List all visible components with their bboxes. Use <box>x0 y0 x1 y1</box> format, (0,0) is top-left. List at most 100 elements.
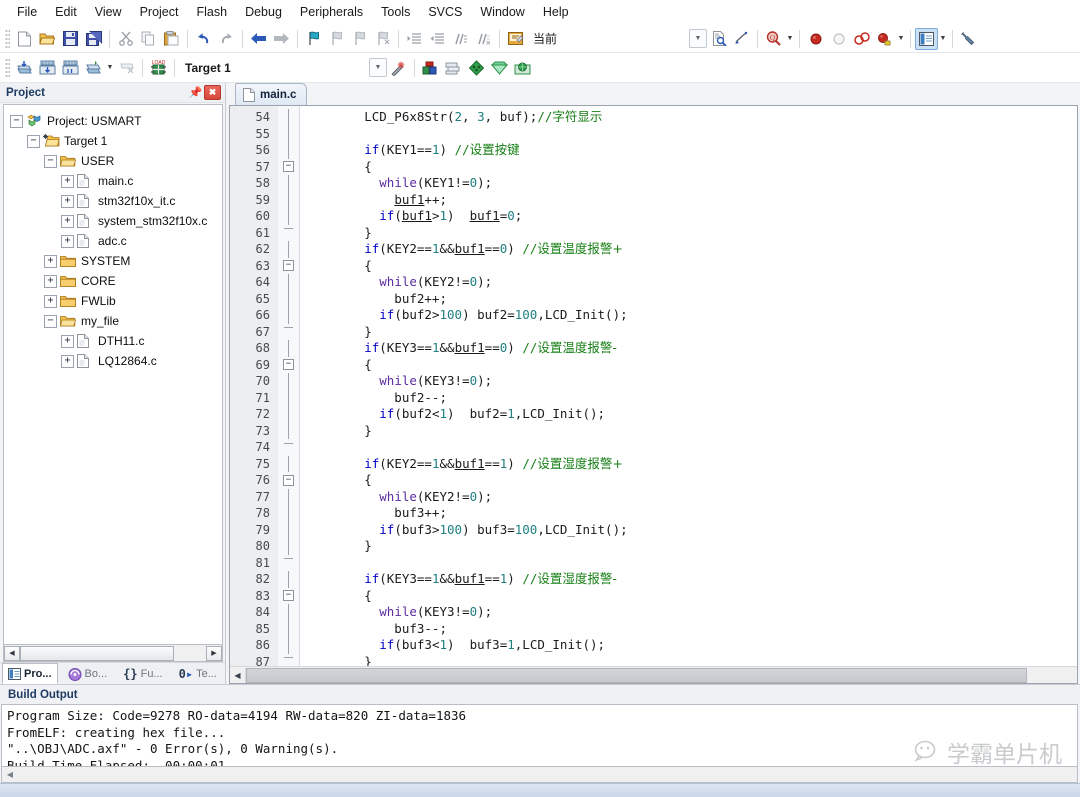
menu-item-file[interactable]: File <box>8 2 46 22</box>
save-button[interactable] <box>59 28 82 50</box>
translate-file-button[interactable] <box>13 57 36 79</box>
insert-breakpoint-button[interactable] <box>804 28 827 50</box>
copy-button[interactable] <box>137 28 160 50</box>
open-file-button[interactable] <box>36 28 59 50</box>
tree-item-target-1[interactable]: − Target 1 <box>6 131 222 151</box>
new-file-button[interactable] <box>13 28 36 50</box>
rebuild-all-button[interactable] <box>59 57 82 79</box>
outdent-button[interactable] <box>426 28 449 50</box>
code-line[interactable] <box>304 439 1077 456</box>
code-folding-gutter[interactable]: − − − − − <box>278 106 300 666</box>
find-in-files-button[interactable] <box>707 28 730 50</box>
code-editor-body[interactable]: 54 55 56 57 58 59 60 61 62 63 64 65 66 67 68 69 70 71 72 73… <box>230 106 1077 666</box>
navigate-forward-button[interactable] <box>270 28 293 50</box>
code-text-area[interactable]: LCD_P6x8Str(2, 3, buf);//字符显示 if(KEY1==1… <box>300 106 1077 666</box>
batch-build-button[interactable] <box>82 57 105 79</box>
menu-item-debug[interactable]: Debug <box>236 2 291 22</box>
code-line[interactable]: if(buf1>1) buf1=0; <box>304 208 1077 225</box>
code-line[interactable]: if(buf3>100) buf3=100,LCD_Init(); <box>304 522 1077 539</box>
code-line[interactable]: while(KEY2!=0); <box>304 489 1077 506</box>
tree-collapse-toggle[interactable]: − <box>44 314 57 328</box>
menu-item-flash[interactable]: Flash <box>187 2 236 22</box>
tree-item-adc.c[interactable]: + adc.c <box>6 231 222 251</box>
tree-item-user[interactable]: − USER <box>6 151 222 171</box>
tree-item-project-usmart[interactable]: − Project: USMART <box>6 111 222 131</box>
configure-button[interactable] <box>957 28 980 50</box>
build-scroll-track[interactable] <box>18 768 1077 782</box>
panel-tab-books[interactable]: Bo... <box>62 663 114 684</box>
options-for-target-button[interactable] <box>387 57 410 79</box>
scroll-track[interactable] <box>20 645 206 661</box>
menu-item-edit[interactable]: Edit <box>46 2 86 22</box>
configuration-wizard-button[interactable] <box>504 28 527 50</box>
fold-collapse-toggle[interactable]: − <box>278 159 299 176</box>
tree-item-main.c[interactable]: + main.c <box>6 171 222 191</box>
toolbar-grip[interactable] <box>5 57 10 78</box>
tree-expand-toggle[interactable]: + <box>61 214 74 228</box>
select-software-packs-button[interactable] <box>511 57 534 79</box>
disable-all-breakpoints-button[interactable] <box>873 28 896 50</box>
editor-scroll-thumb[interactable] <box>246 667 1028 683</box>
code-line[interactable]: if(KEY3==1&&buf1==0) //设置温度报警- <box>304 340 1077 357</box>
build-scroll-left-button[interactable]: ◀ <box>2 768 18 782</box>
tree-collapse-toggle[interactable]: − <box>10 114 23 128</box>
undo-button[interactable] <box>192 28 215 50</box>
build-output-hscrollbar[interactable]: ◀ <box>1 767 1078 783</box>
code-line[interactable]: { <box>304 472 1077 489</box>
scroll-thumb[interactable] <box>20 645 175 661</box>
tree-item-core[interactable]: + CORE <box>6 271 222 291</box>
project-tree[interactable]: − Project: USMART − Target 1− USER + main.c + st… <box>3 104 223 645</box>
incremental-find-button[interactable] <box>730 28 753 50</box>
editor-hscrollbar[interactable]: ◀ <box>230 666 1077 683</box>
tree-expand-toggle[interactable]: + <box>61 194 74 208</box>
breakpoints-dropdown-arrow[interactable]: ▼ <box>896 28 906 50</box>
code-line[interactable]: } <box>304 225 1077 242</box>
tree-item-my_file[interactable]: − my_file <box>6 311 222 331</box>
code-line[interactable]: { <box>304 588 1077 605</box>
panel-tab-project[interactable]: Pro... <box>2 663 58 684</box>
download-button[interactable]: LOAD <box>147 57 170 79</box>
code-line[interactable]: while(KEY3!=0); <box>304 604 1077 621</box>
tree-collapse-toggle[interactable]: − <box>27 134 40 148</box>
redo-button[interactable] <box>215 28 238 50</box>
bookmark-prev-button[interactable] <box>325 28 348 50</box>
pack-installer-button[interactable] <box>465 57 488 79</box>
build-target-button[interactable] <box>36 57 59 79</box>
code-line[interactable]: while(KEY1!=0); <box>304 175 1077 192</box>
code-line[interactable]: } <box>304 324 1077 341</box>
manage-multi-project-button[interactable] <box>442 57 465 79</box>
uncomment-button[interactable] <box>472 28 495 50</box>
code-line[interactable]: if(KEY1==1) //设置按键 <box>304 142 1077 159</box>
code-line[interactable]: { <box>304 258 1077 275</box>
build-output-text[interactable]: Program Size: Code=9278 RO-data=4194 RW-… <box>1 704 1078 767</box>
disable-breakpoint-button[interactable] <box>827 28 850 50</box>
tree-item-lq12864.c[interactable]: + LQ12864.c <box>6 351 222 371</box>
tree-item-system[interactable]: + SYSTEM <box>6 251 222 271</box>
manage-run-time-env-button[interactable] <box>488 57 511 79</box>
code-line[interactable]: if(KEY2==1&&buf1==1) //设置湿度报警+ <box>304 456 1077 473</box>
code-line[interactable]: } <box>304 423 1077 440</box>
tree-expand-toggle[interactable]: + <box>44 274 57 288</box>
fold-collapse-toggle[interactable]: − <box>278 357 299 374</box>
editor-scroll-left-button[interactable]: ◀ <box>230 667 246 683</box>
tree-expand-toggle[interactable]: + <box>61 234 74 248</box>
paste-button[interactable] <box>160 28 183 50</box>
find-button[interactable]: Q <box>762 28 785 50</box>
scroll-right-button[interactable]: ▶ <box>206 645 222 661</box>
indent-button[interactable] <box>403 28 426 50</box>
pin-icon[interactable]: 📌 <box>187 85 204 101</box>
bookmark-next-button[interactable] <box>348 28 371 50</box>
close-icon[interactable]: ✖ <box>204 85 221 100</box>
window-layout-dropdown-arrow[interactable]: ▼ <box>938 28 948 50</box>
menu-item-window[interactable]: Window <box>471 2 533 22</box>
tree-expand-toggle[interactable]: + <box>44 254 57 268</box>
code-line[interactable]: } <box>304 538 1077 555</box>
code-line[interactable]: if(buf2<1) buf2=1,LCD_Init(); <box>304 406 1077 423</box>
scroll-left-button[interactable]: ◀ <box>4 645 20 661</box>
navigate-back-button[interactable] <box>247 28 270 50</box>
bookmark-clear-button[interactable] <box>371 28 394 50</box>
target-selector[interactable]: Target 1 <box>179 61 367 75</box>
menu-item-help[interactable]: Help <box>534 2 578 22</box>
code-line[interactable]: { <box>304 357 1077 374</box>
kill-all-breakpoints-button[interactable] <box>850 28 873 50</box>
